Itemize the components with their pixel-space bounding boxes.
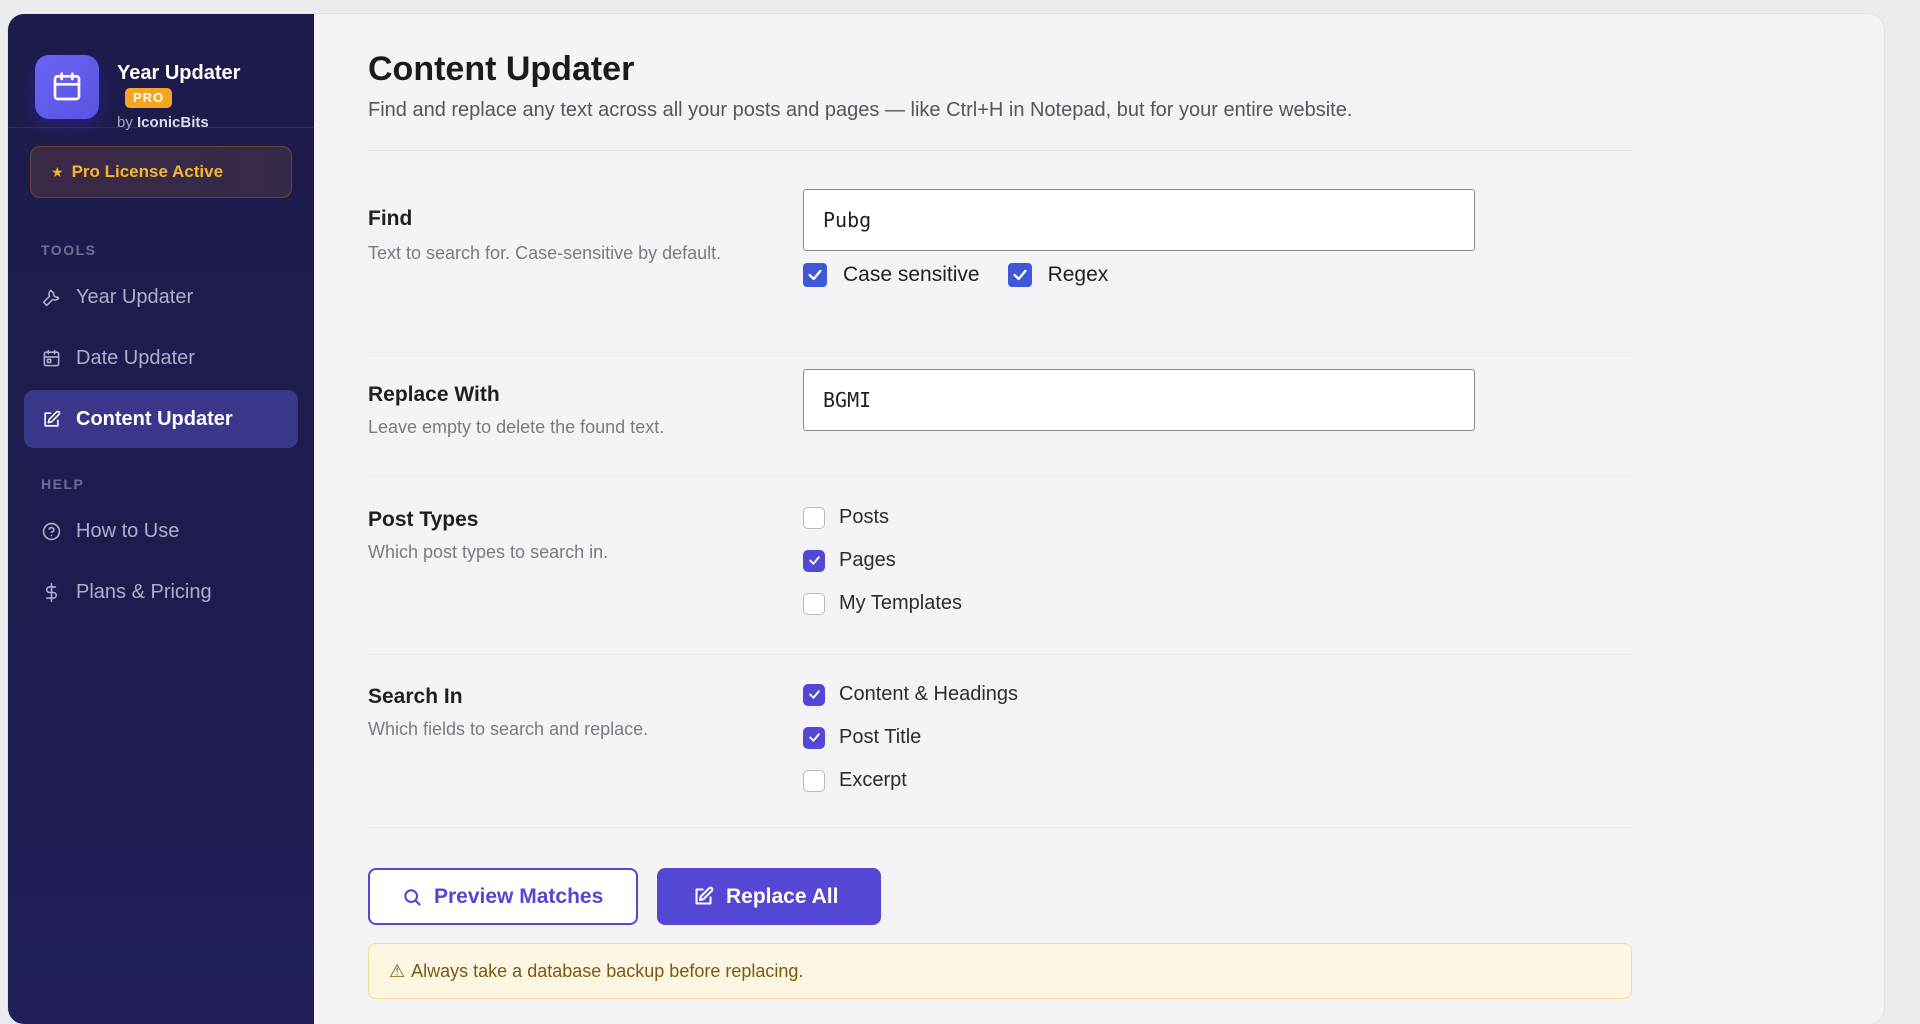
find-row: Find Text to search for. Case-sensitive … bbox=[368, 151, 1632, 353]
edit-icon bbox=[693, 886, 714, 907]
find-input[interactable] bbox=[803, 189, 1475, 251]
post-type-posts[interactable]: Posts bbox=[803, 496, 962, 539]
preview-matches-button[interactable]: Preview Matches bbox=[368, 868, 638, 925]
regex-checkbox[interactable] bbox=[1007, 263, 1032, 287]
warning-text: Always take a database backup before rep… bbox=[411, 960, 804, 981]
search-icon bbox=[402, 887, 422, 907]
search-in-row: Search In Which fields to search and rep… bbox=[368, 655, 1632, 828]
content-headings-checkbox[interactable] bbox=[803, 683, 825, 706]
page-title: Content Updater bbox=[368, 50, 635, 88]
case-sensitive-checkbox[interactable] bbox=[803, 263, 827, 287]
replace-all-label: Replace All bbox=[726, 884, 839, 908]
post-title-checkbox[interactable] bbox=[803, 726, 825, 749]
post-types-row: Post Types Which post types to search in… bbox=[368, 478, 1632, 655]
excerpt-checkbox[interactable] bbox=[803, 769, 825, 792]
search-in-content[interactable]: Content & Headings bbox=[803, 673, 1018, 716]
post-types-label: Post Types bbox=[368, 508, 479, 531]
replace-label: Replace With bbox=[368, 383, 500, 406]
replace-description: Leave empty to delete the found text. bbox=[368, 417, 665, 437]
preview-matches-label: Preview Matches bbox=[434, 884, 604, 908]
posts-checkbox[interactable] bbox=[803, 506, 825, 529]
search-in-excerpt[interactable]: Excerpt bbox=[803, 759, 1018, 802]
find-label: Find bbox=[368, 207, 413, 230]
search-in-option-label: Post Title bbox=[839, 726, 922, 748]
post-type-my-templates[interactable]: My Templates bbox=[803, 582, 962, 625]
post-types-description: Which post types to search in. bbox=[368, 542, 609, 562]
replace-row: Replace With Leave empty to delete the f… bbox=[368, 353, 1632, 478]
find-description: Text to search for. Case-sensitive by de… bbox=[368, 243, 722, 263]
replace-all-button[interactable]: Replace All bbox=[657, 868, 881, 925]
search-in-description: Which fields to search and replace. bbox=[368, 719, 649, 739]
search-in-title[interactable]: Post Title bbox=[803, 716, 1018, 759]
case-sensitive-label: Case sensitive bbox=[843, 263, 980, 286]
post-type-label: Pages bbox=[839, 549, 896, 571]
search-in-label: Search In bbox=[368, 685, 463, 708]
actions: Preview Matches Replace All bbox=[368, 868, 1632, 925]
search-in-option-label: Excerpt bbox=[839, 769, 907, 791]
post-type-label: My Templates bbox=[839, 592, 963, 614]
main-content: Content Updater Find and replace any tex… bbox=[8, 14, 1884, 1024]
regex-label: Regex bbox=[1047, 263, 1109, 286]
post-type-label: Posts bbox=[839, 506, 890, 528]
search-in-option-label: Content & Headings bbox=[839, 683, 1019, 705]
warning-icon: ⚠ bbox=[389, 960, 406, 981]
page-subtitle: Find and replace any text across all you… bbox=[368, 99, 1353, 121]
my-templates-checkbox[interactable] bbox=[803, 592, 825, 615]
app-window: Year Updater PRO by IconicBits ★ Pro Lic… bbox=[8, 14, 1884, 1024]
pages-checkbox[interactable] bbox=[803, 549, 825, 572]
backup-warning: ⚠ Always take a database backup before r… bbox=[368, 943, 1632, 999]
post-type-pages[interactable]: Pages bbox=[803, 539, 962, 582]
replace-input[interactable] bbox=[803, 369, 1475, 431]
